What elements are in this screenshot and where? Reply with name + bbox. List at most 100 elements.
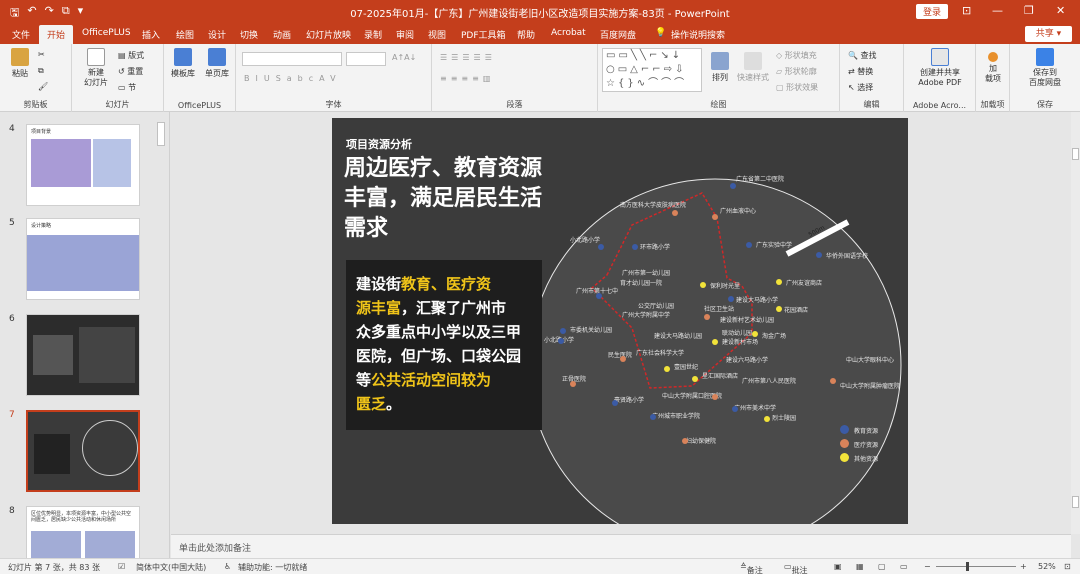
slide-thumb-5[interactable]: 设计策略 [26,218,140,300]
notes-pane[interactable]: 单击此处添加备注 [171,534,1071,558]
align-icons[interactable]: ≡≡≡≡▥ [440,74,494,83]
template-lib-button[interactable]: 模板库 [168,48,198,79]
notes-button[interactable]: ≙ 备注 [740,562,763,574]
slideshow-icon[interactable]: ▭ [900,562,908,571]
grow-font-icon[interactable]: A↑A↓ [392,53,416,62]
section-label: 节 [128,83,137,92]
maximize-icon[interactable]: ❐ [1024,4,1034,17]
group-label-adobe: Adobe Acro... [912,101,967,110]
tab-transitions[interactable]: 切换 [240,28,258,41]
zoom-level[interactable]: 52% [1038,562,1056,571]
copy-icon[interactable]: ⧉ [38,66,44,76]
scroll-thumb[interactable] [1072,148,1079,160]
accessibility-status[interactable]: 辅助功能: 一切就绪 [238,562,307,573]
tab-view[interactable]: 视图 [428,28,446,41]
reset-button[interactable]: ↺ 重置 [118,66,143,77]
login-button[interactable]: 登录 [916,4,949,19]
font-name-select[interactable] [242,52,342,66]
tab-review[interactable]: 审阅 [396,28,414,41]
education-marker [816,252,822,258]
slide-number: 5 [9,218,15,228]
thumbnail-scrollbar[interactable] [157,122,165,146]
other-marker [776,279,782,285]
place-label: 烈士陵园 [772,415,797,422]
font-format-icons[interactable]: BIUSabcAV [244,74,342,83]
addins-button[interactable]: 加 载项 [980,48,1006,84]
zoom-in-button[interactable]: + [1020,562,1027,571]
addins-label: 加 载项 [985,64,1001,83]
tab-record[interactable]: 录制 [364,28,382,41]
slide-thumb-6[interactable] [26,314,140,396]
place-label: 公交厅幼儿园 [638,303,675,310]
slide-thumb-4[interactable]: 项目背景 [26,124,140,206]
body-highlight: 教育、医疗资 [401,275,492,293]
ribbon-display-icon[interactable]: ⊡ [962,4,971,17]
quick-styles-button[interactable]: 快速样式 [736,52,770,83]
cut-icon[interactable]: ✂ [38,50,45,59]
body-text: 医院，但广场、口袋公园 [356,347,522,365]
slide-canvas[interactable]: 500m 项目资源分析 周边医疗、教育资源 丰富，满足居民生活 需求 建设街教育… [332,118,908,524]
save-baidu-button[interactable]: 保存到 百度网盘 [1020,48,1070,88]
medical-marker [620,356,626,362]
notes-placeholder: 单击此处添加备注 [179,544,252,554]
slide-thumb-8[interactable]: 区位优势明显，本项资源丰富，中小型公共空间匮乏，居民缺少公共活动和休闲场所 [26,506,140,558]
font-size-select[interactable] [346,52,386,66]
medical-marker [830,378,836,384]
tab-pdf-toolbox[interactable]: PDF工具箱 [461,28,506,41]
slide-sorter-icon[interactable]: ▦ [856,562,864,571]
shape-fill-button[interactable]: ◇ 形状填充 [776,50,817,61]
comments-button[interactable]: ▭ 批注 [784,562,808,574]
group-label-paragraph: 段落 [506,100,523,109]
layout-button[interactable]: ▤ 版式 [118,50,144,61]
find-label: 查找 [860,51,877,60]
select-button[interactable]: ↖ 选择 [848,82,873,93]
tab-file[interactable]: 文件 [12,28,30,41]
accessibility-icon[interactable]: ♿ [224,562,231,571]
spellcheck-icon[interactable]: ☑ [118,562,125,571]
share-button[interactable]: 共享 ▾ [1025,26,1072,42]
tab-baidu[interactable]: 百度网盘 [600,28,636,41]
tell-me-search[interactable]: 操作说明搜索 [671,28,725,41]
tab-slideshow[interactable]: 幻灯片放映 [306,28,351,41]
find-button[interactable]: 🔍 查找 [848,50,877,61]
section-button[interactable]: ▭ 节 [118,82,136,93]
shape-effects-button[interactable]: ▢ 形状效果 [776,82,818,93]
ribbon: 粘贴 ✂ ⧉ 🖌 剪贴板 新建 幻灯片 ▤ 版式 ↺ 重置 ▭ 节 幻灯片 模板… [0,44,1080,112]
zoom-slider[interactable] [936,566,1016,567]
format-painter-icon[interactable]: 🖌 [38,82,48,91]
zoom-slider-thumb[interactable] [966,562,969,571]
minimize-icon[interactable]: — [992,4,1003,17]
normal-view-icon[interactable]: ▣ [834,562,842,571]
single-lib-label: 单页库 [205,69,229,78]
template-lib-label: 模板库 [171,69,195,78]
tab-officeplus[interactable]: OfficePLUS [82,28,131,38]
close-icon[interactable]: ✕ [1056,4,1065,17]
replace-button[interactable]: ⇄ 替换 [848,66,873,77]
single-lib-button[interactable]: 单页库 [202,48,232,79]
fit-slide-icon[interactable]: ⊡ [1064,562,1071,571]
tab-home[interactable]: 开始 [39,25,74,44]
tab-draw[interactable]: 绘图 [176,28,194,41]
create-share-pdf-button[interactable]: 创建并共享 Adobe PDF [910,48,970,88]
slide-thumb-7[interactable] [26,410,140,492]
new-slide-button[interactable]: 新建 幻灯片 [78,48,114,88]
tab-acrobat[interactable]: Acrobat [551,28,586,38]
paste-button[interactable]: 粘贴 [6,48,34,79]
arrange-button[interactable]: 排列 [708,52,732,83]
tab-design[interactable]: 设计 [208,28,226,41]
zoom-out-button[interactable]: − [924,562,931,571]
editor-scrollbar[interactable] [1071,112,1080,534]
shape-outline-button[interactable]: ▱ 形状轮廓 [776,66,817,77]
prev-slide-button[interactable] [1072,496,1079,508]
paste-label: 粘贴 [12,69,28,78]
place-label: 广州市第一幼儿园 [622,270,671,277]
list-icons[interactable]: ☰☰☰☰☰ [440,53,496,62]
tab-insert[interactable]: 插入 [142,28,160,41]
shapes-gallery[interactable]: ▭▭╲╲⌐↘↓ ○▭△⌐⌐⇨⇩ ☆{}∿⌒⌒⌒ [602,48,702,92]
new-slide-icon [87,48,105,66]
tab-help[interactable]: 帮助 [517,28,535,41]
language-indicator[interactable]: 简体中文(中国大陆) [136,562,206,573]
place-label: 广东社会科学大学 [636,350,685,357]
tab-animations[interactable]: 动画 [273,28,291,41]
reading-view-icon[interactable]: ▢ [878,562,886,571]
